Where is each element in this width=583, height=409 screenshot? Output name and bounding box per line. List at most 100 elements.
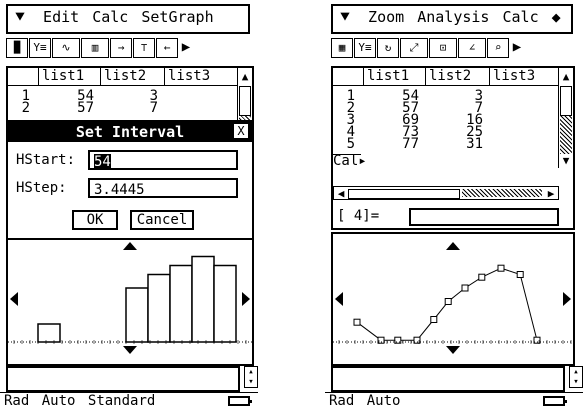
- y-equals-icon[interactable]: Y≡: [354, 38, 376, 58]
- data-point: [444, 298, 452, 305]
- status-format[interactable]: Standard: [84, 393, 155, 409]
- hstep-input[interactable]: 3.4445: [88, 178, 238, 198]
- scroll-thumb[interactable]: [560, 86, 572, 116]
- status-bar: Rad Auto: [325, 392, 583, 409]
- menu-diamond-icon[interactable]: ◆: [548, 8, 561, 26]
- y-equals-icon[interactable]: Y≡: [29, 38, 51, 58]
- column-header[interactable]: list1: [38, 68, 100, 85]
- scroll-right-icon[interactable]: ▶: [544, 187, 558, 201]
- pan-left-icon: [10, 292, 18, 306]
- histogram-graph[interactable]: [6, 232, 254, 366]
- line-graph[interactable]: [331, 232, 575, 366]
- spinner-icon[interactable]: ▴ ▾: [569, 366, 583, 388]
- menu-chevron-icon[interactable]: ⯆: [8, 8, 30, 26]
- pan-right-icon: [242, 292, 250, 306]
- pan-right-icon: [563, 292, 571, 306]
- calc-row-label: [ 4]=: [337, 208, 380, 224]
- table-cell[interactable]: 7: [100, 101, 158, 115]
- menu-calc[interactable]: Calc: [498, 8, 538, 26]
- data-point: [353, 318, 361, 326]
- close-icon[interactable]: X: [234, 124, 248, 138]
- column-header[interactable]: list3: [489, 68, 549, 85]
- row-number: 2: [21, 100, 30, 116]
- table-view-icon[interactable]: ▦: [331, 38, 353, 58]
- insert-list-icon[interactable]: →: [110, 38, 132, 58]
- cancel-button[interactable]: Cancel: [130, 210, 194, 230]
- ok-button[interactable]: OK: [72, 210, 118, 230]
- set-interval-dialog: Set Interval X HStart: 54 HStep: 3.4445 …: [6, 120, 254, 240]
- line-plot: [333, 242, 573, 354]
- zoom-box-icon[interactable]: ⤢: [400, 38, 428, 58]
- toolbar-next-icon[interactable]: ▶: [510, 38, 524, 58]
- histogram-bar: [213, 264, 237, 343]
- table-scrollbar[interactable]: ▲ ▼: [558, 68, 573, 168]
- pan-up-icon: [123, 242, 137, 250]
- status-bar: Rad Auto Standard: [0, 392, 258, 409]
- draw-graph-icon[interactable]: ∿: [52, 38, 80, 58]
- toolbar: ▦ Y≡ ↻ ⤢ ⊡ ∠ ⌕ ▶: [331, 38, 524, 60]
- table-cell[interactable]: 57: [38, 101, 94, 115]
- status-mode[interactable]: Auto: [38, 393, 76, 409]
- battery-icon: [543, 396, 567, 406]
- histogram-bar: [37, 323, 61, 343]
- screen-histogram: ⯆ Edit Calc SetGraph ▐▌ Y≡ ∿ ▥ → ⊤ ← ▶ l…: [0, 0, 258, 409]
- menu-analysis[interactable]: Analysis: [413, 8, 489, 26]
- table-header: list1 list2 list3: [8, 68, 252, 86]
- menu-edit[interactable]: Edit: [39, 8, 79, 26]
- pan-down-icon: [123, 346, 137, 354]
- pan-up-icon: [446, 242, 460, 250]
- horizontal-scrollbar[interactable]: ◀ ▶: [333, 186, 559, 200]
- scroll-thumb[interactable]: [239, 86, 251, 116]
- scroll-down-icon[interactable]: ▼: [559, 154, 573, 168]
- pan-down-icon: [446, 346, 460, 354]
- scroll-up-icon[interactable]: ▲: [559, 70, 573, 84]
- cal-row-label[interactable]: Cal▸: [333, 154, 367, 168]
- hstep-label: HStep:: [16, 180, 67, 196]
- trace-icon[interactable]: ⊡: [429, 38, 457, 58]
- hstart-label: HStart:: [16, 152, 76, 168]
- histogram-bar: [191, 255, 215, 343]
- graph-window-icon[interactable]: ▐▌: [6, 38, 28, 58]
- hscroll-thumb[interactable]: [348, 189, 460, 199]
- hstart-input[interactable]: 54: [88, 150, 238, 170]
- scroll-left-icon[interactable]: ◀: [334, 187, 348, 201]
- list-table: list1 list2 list3 1 54 3 2 57 7 3 69 16 …: [331, 66, 575, 230]
- menu-calc[interactable]: Calc: [88, 8, 128, 26]
- table-header: list1 list2 list3: [333, 68, 573, 86]
- data-point: [478, 273, 486, 281]
- scroll-up-icon[interactable]: ▲: [238, 70, 252, 84]
- entry-bar[interactable]: [331, 366, 565, 392]
- delete-list-icon[interactable]: ←: [156, 38, 178, 58]
- scroll-track: [560, 116, 572, 154]
- calc-input[interactable]: [409, 208, 559, 226]
- status-angle[interactable]: Rad: [325, 393, 354, 409]
- column-header[interactable]: list2: [100, 68, 164, 85]
- histogram-bar: [169, 264, 193, 343]
- entry-bar[interactable]: [6, 366, 240, 392]
- menu-zoom[interactable]: Zoom: [364, 8, 404, 26]
- menu-setgraph[interactable]: SetGraph: [137, 8, 213, 26]
- sort-icon[interactable]: ⊤: [133, 38, 155, 58]
- column-header[interactable]: list2: [425, 68, 489, 85]
- hscroll-track: [462, 189, 542, 197]
- spinner-icon[interactable]: ▴ ▾: [244, 366, 258, 388]
- toolbar-next-icon[interactable]: ▶: [179, 38, 193, 58]
- column-header[interactable]: list1: [363, 68, 425, 85]
- menu-bar: ⯆ Edit Calc SetGraph: [6, 4, 250, 34]
- hstart-value: 54: [94, 154, 111, 170]
- histogram-plot: [8, 242, 252, 354]
- status-angle[interactable]: Rad: [0, 393, 29, 409]
- regression-icon[interactable]: ∠: [458, 38, 486, 58]
- dialog-title: Set Interval: [8, 122, 252, 142]
- data-point: [430, 316, 438, 323]
- menu-chevron-icon[interactable]: ⯆: [333, 8, 355, 26]
- refresh-icon[interactable]: ↻: [377, 38, 399, 58]
- menu-bar: ⯆ Zoom Analysis Calc ◆: [331, 4, 573, 34]
- column-header[interactable]: list3: [164, 68, 224, 85]
- table-cell[interactable]: 77: [363, 137, 419, 151]
- table-cell[interactable]: 31: [425, 137, 483, 151]
- set-interval-icon[interactable]: ▥: [81, 38, 109, 58]
- screen-lineplot: ⯆ Zoom Analysis Calc ◆ ▦ Y≡ ↻ ⤢ ⊡ ∠ ⌕ ▶ …: [325, 0, 583, 409]
- zoom-in-icon[interactable]: ⌕: [487, 38, 509, 58]
- status-mode[interactable]: Auto: [363, 393, 401, 409]
